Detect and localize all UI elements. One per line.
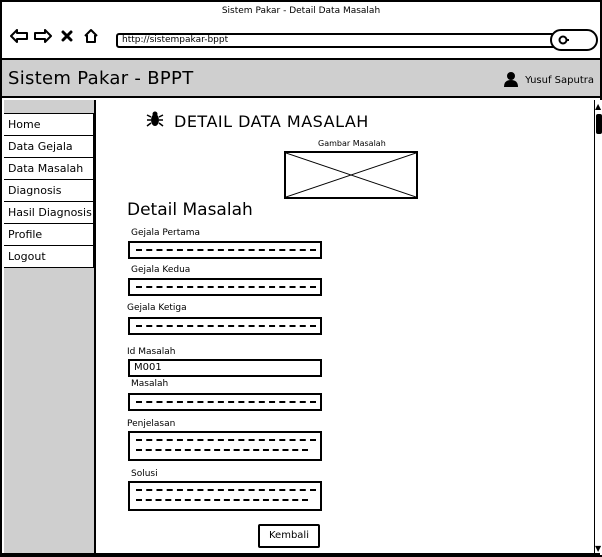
search-icon bbox=[558, 31, 570, 50]
user-name: Yusuf Saputra bbox=[525, 75, 594, 86]
search-button[interactable] bbox=[550, 29, 598, 51]
section-title: Detail Masalah bbox=[127, 200, 253, 220]
browser-window: Sistem Pakar - Detail Data Masalah http:… bbox=[0, 0, 602, 557]
sidebar-item-data-gejala[interactable]: Data Gejala bbox=[4, 136, 94, 158]
placeholder-text bbox=[136, 401, 316, 405]
field-gejala-ketiga bbox=[128, 317, 322, 335]
label-id-masalah: Id Masalah bbox=[127, 347, 176, 357]
bug-icon bbox=[146, 110, 164, 132]
placeholder-text bbox=[136, 249, 316, 253]
user-icon bbox=[503, 71, 519, 90]
bottom-border bbox=[2, 553, 600, 557]
placeholder-text bbox=[136, 325, 316, 329]
sidebar-item-logout[interactable]: Logout bbox=[4, 246, 94, 268]
browser-nav bbox=[8, 26, 102, 46]
page-title: DETAIL DATA MASALAH bbox=[174, 111, 369, 131]
field-masalah bbox=[128, 393, 322, 411]
app-title: Sistem Pakar - BPPT bbox=[8, 68, 194, 89]
url-bar[interactable]: http://sistempakar-bppt bbox=[116, 33, 562, 48]
sidebar-item-data-masalah[interactable]: Data Masalah bbox=[4, 158, 94, 180]
label-gejala-ketiga: Gejala Ketiga bbox=[127, 303, 187, 313]
browser-titlebar: Sistem Pakar - Detail Data Masalah http:… bbox=[2, 2, 600, 60]
back-button[interactable]: Kembali bbox=[258, 524, 320, 548]
label-gejala-kedua: Gejala Kedua bbox=[131, 265, 191, 275]
app-header: Sistem Pakar - BPPT Yusuf Saputra bbox=[2, 60, 600, 98]
window-title: Sistem Pakar - Detail Data Masalah bbox=[221, 6, 381, 16]
scroll-thumb[interactable] bbox=[596, 114, 602, 134]
field-penjelasan bbox=[128, 431, 322, 461]
field-solusi bbox=[128, 481, 322, 511]
sidebar-item-home[interactable]: Home bbox=[4, 114, 94, 136]
placeholder-text bbox=[136, 489, 316, 493]
field-id-masalah: M001 bbox=[128, 359, 322, 377]
placeholder-text bbox=[136, 499, 308, 503]
sidebar-item-hasil-diagnosis[interactable]: Hasil Diagnosis bbox=[4, 202, 94, 224]
sidebar-item-profile[interactable]: Profile bbox=[4, 224, 94, 246]
label-penjelasan: Penjelasan bbox=[127, 419, 176, 429]
sidebar-item-diagnosis[interactable]: Diagnosis bbox=[4, 180, 94, 202]
main-content: DETAIL DATA MASALAH Gambar Masalah Detai… bbox=[98, 100, 594, 555]
page-heading: DETAIL DATA MASALAH bbox=[146, 110, 369, 132]
field-gejala-kedua bbox=[128, 278, 322, 296]
field-gejala-pertama bbox=[128, 241, 322, 259]
sidebar-spacer bbox=[4, 100, 94, 114]
image-label: Gambar Masalah bbox=[318, 139, 386, 148]
scroll-down-icon[interactable]: ▼ bbox=[595, 544, 601, 553]
label-gejala-pertama: Gejala Pertama bbox=[131, 228, 201, 238]
sidebar: Home Data Gejala Data Masalah Diagnosis … bbox=[4, 100, 96, 555]
label-solusi: Solusi bbox=[131, 469, 158, 479]
arrow-right-icon[interactable] bbox=[32, 26, 54, 46]
problem-image bbox=[284, 151, 418, 199]
scroll-up-icon[interactable]: ▲ bbox=[595, 102, 601, 111]
label-masalah: Masalah bbox=[131, 379, 169, 389]
scrollbar[interactable]: ▲ ▼ bbox=[594, 100, 602, 555]
placeholder-text bbox=[136, 439, 316, 443]
placeholder-text bbox=[136, 449, 308, 453]
home-icon[interactable] bbox=[80, 26, 102, 46]
arrow-left-icon[interactable] bbox=[8, 26, 30, 46]
close-icon[interactable] bbox=[56, 26, 78, 46]
user-menu[interactable]: Yusuf Saputra bbox=[503, 71, 594, 90]
placeholder-text bbox=[136, 286, 316, 290]
